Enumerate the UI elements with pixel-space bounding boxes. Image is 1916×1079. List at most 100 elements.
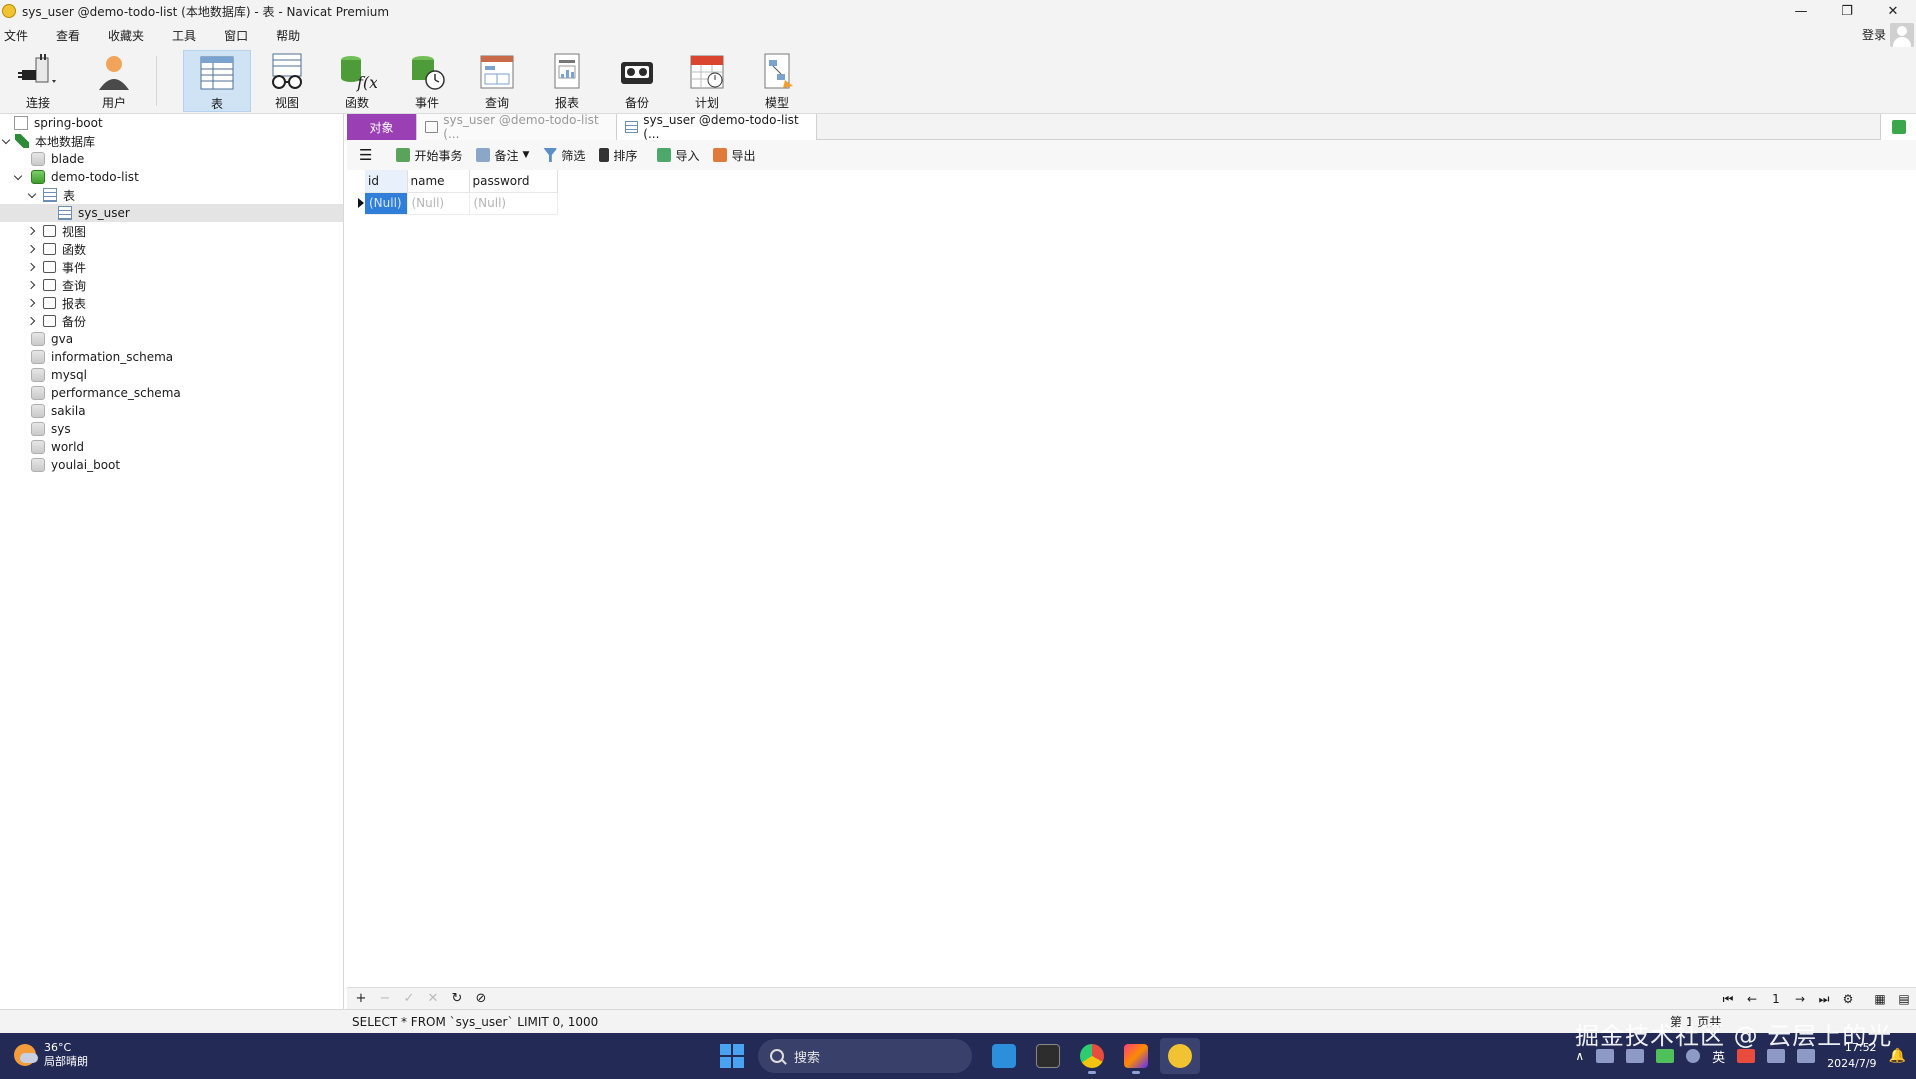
view-button[interactable]: 视图 <box>253 50 321 112</box>
menu-tools[interactable]: 工具 <box>158 27 210 44</box>
schedule-button[interactable]: 计划 <box>673 50 741 112</box>
chevron-right-icon[interactable] <box>28 280 38 290</box>
hamburger-menu-icon[interactable]: ☰ <box>359 146 372 164</box>
column-header-password[interactable]: password <box>469 170 558 193</box>
tray-chevron-up-icon[interactable]: ∧ <box>1575 1049 1584 1063</box>
network-icon[interactable] <box>1767 1049 1786 1063</box>
table-row[interactable]: (Null) (Null) (Null) <box>357 192 558 215</box>
discard-changes-button[interactable]: ✕ <box>421 991 445 1006</box>
grid-view-icon[interactable]: ▦ <box>1868 992 1892 1006</box>
column-header-id[interactable]: id <box>365 170 408 193</box>
tree-item-performance-schema[interactable]: performance_schema <box>0 384 343 402</box>
apply-changes-button[interactable]: ✓ <box>397 991 421 1006</box>
chevron-down-icon[interactable] <box>14 172 24 182</box>
tab-objects[interactable]: 对象 <box>347 114 417 140</box>
export-button[interactable]: 导出 <box>713 147 755 164</box>
chevron-right-icon[interactable] <box>28 298 38 308</box>
chevron-right-icon[interactable] <box>28 262 38 272</box>
connect-button[interactable]: 连接 <box>4 50 72 112</box>
tree-item-sakila[interactable]: sakila <box>0 402 343 420</box>
cell-id[interactable]: (Null) <box>365 192 408 215</box>
tree-item-demo-todo-list[interactable]: demo-todo-list <box>0 168 343 186</box>
next-page-button[interactable]: → <box>1788 992 1812 1006</box>
tree-item-gva[interactable]: gva <box>0 330 343 348</box>
tree-item-local-db[interactable]: 本地数据库 <box>0 132 343 150</box>
prev-page-button[interactable]: ← <box>1740 992 1764 1006</box>
tree-item-views[interactable]: 视图 <box>0 222 343 240</box>
tree-item-blade[interactable]: blade <box>0 150 343 168</box>
windows-start-icon[interactable] <box>720 1044 744 1068</box>
taskbar-intellij[interactable] <box>1116 1038 1156 1074</box>
tab-design-sys-user[interactable]: sys_user @demo-todo-list (... <box>417 113 617 141</box>
settings-gear-icon[interactable]: ⚙ <box>1836 992 1860 1006</box>
volume-icon[interactable] <box>1797 1049 1816 1063</box>
close-button[interactable]: ✕ <box>1870 0 1916 22</box>
tree-item-sys[interactable]: sys <box>0 420 343 438</box>
chevron-right-icon[interactable] <box>28 244 38 254</box>
begin-transaction-button[interactable]: 开始事务 <box>396 147 462 164</box>
filter-button[interactable]: 筛选 <box>543 147 585 164</box>
wechat-icon[interactable] <box>1656 1049 1675 1063</box>
function-button[interactable]: f(x) 函数 <box>323 50 391 112</box>
restore-button[interactable]: ❐ <box>1824 0 1870 22</box>
page-number[interactable]: 1 <box>1764 992 1788 1006</box>
tree-item-tables[interactable]: 表 <box>0 186 343 204</box>
tab-data-sys-user[interactable]: sys_user @demo-todo-list (... <box>617 113 817 141</box>
refresh-button[interactable]: ↻ <box>445 991 469 1006</box>
chevron-right-icon[interactable] <box>28 316 38 326</box>
tree-item-backups[interactable]: 备份 <box>0 312 343 330</box>
report-button[interactable]: 报表 <box>533 50 601 112</box>
menu-favorites[interactable]: 收藏夹 <box>94 27 158 44</box>
first-page-button[interactable]: ⏮ <box>1716 992 1740 1007</box>
model-button[interactable]: 模型 <box>743 50 811 112</box>
last-page-button[interactable]: ⏭ <box>1812 992 1836 1007</box>
menu-window[interactable]: 窗口 <box>210 27 262 44</box>
tree-item-spring-boot[interactable]: spring-boot <box>0 114 343 132</box>
tray-app-icon[interactable] <box>1626 1049 1645 1063</box>
tree-item-information-schema[interactable]: information_schema <box>0 348 343 366</box>
menu-help[interactable]: 帮助 <box>262 27 314 44</box>
chevron-down-icon[interactable] <box>2 136 12 146</box>
chevron-down-icon[interactable] <box>28 190 38 200</box>
query-button[interactable]: 查询 <box>463 50 531 112</box>
column-header-name[interactable]: name <box>407 170 470 193</box>
tree-item-functions[interactable]: 函数 <box>0 240 343 258</box>
memo-button[interactable]: 备注 ▼ <box>476 147 529 164</box>
menu-file[interactable]: 文件 <box>0 27 42 44</box>
taskbar-chrome[interactable] <box>1072 1038 1112 1074</box>
taskbar-terminal[interactable] <box>1028 1038 1068 1074</box>
sort-button[interactable]: 排序 <box>599 147 637 164</box>
chevron-right-icon[interactable] <box>28 226 38 236</box>
user-avatar-icon[interactable] <box>1890 23 1914 47</box>
event-button[interactable]: 事件 <box>393 50 461 112</box>
tree-item-youlai-boot[interactable]: youlai_boot <box>0 456 343 474</box>
tree-item-world[interactable]: world <box>0 438 343 456</box>
login-link[interactable]: 登录 <box>1862 26 1886 43</box>
new-tab-button[interactable] <box>1880 114 1916 140</box>
taskbar-search[interactable]: 搜索 <box>758 1039 972 1073</box>
form-view-icon[interactable]: ▤ <box>1892 992 1916 1006</box>
tree-item-events[interactable]: 事件 <box>0 258 343 276</box>
backup-button[interactable]: 备份 <box>603 50 671 112</box>
delete-record-button[interactable]: − <box>373 991 397 1006</box>
tree-item-sys-user[interactable]: sys_user <box>0 204 343 222</box>
user-button[interactable]: 用户 <box>80 50 148 112</box>
table-button[interactable]: 表 <box>183 50 251 112</box>
cell-name[interactable]: (Null) <box>407 192 470 215</box>
import-button[interactable]: 导入 <box>657 147 699 164</box>
tray-app-icon[interactable] <box>1686 1049 1701 1063</box>
weather-widget[interactable]: 36°C 局部晴朗 <box>14 1041 88 1069</box>
cell-password[interactable]: (Null) <box>469 192 558 215</box>
taskbar-navicat[interactable] <box>1160 1038 1200 1074</box>
minimize-button[interactable]: — <box>1778 0 1824 22</box>
tray-app-icon[interactable] <box>1596 1049 1615 1063</box>
tree-item-reports[interactable]: 报表 <box>0 294 343 312</box>
tree-item-queries[interactable]: 查询 <box>0 276 343 294</box>
dropdown-arrow-icon[interactable]: ▼ <box>522 150 529 160</box>
tree-item-mysql[interactable]: mysql <box>0 366 343 384</box>
add-record-button[interactable]: + <box>349 991 373 1006</box>
menu-view[interactable]: 查看 <box>42 27 94 44</box>
taskbar-vscode[interactable] <box>984 1038 1024 1074</box>
stop-button[interactable]: ⊘ <box>469 991 493 1006</box>
sogou-ime-icon[interactable] <box>1737 1049 1756 1063</box>
